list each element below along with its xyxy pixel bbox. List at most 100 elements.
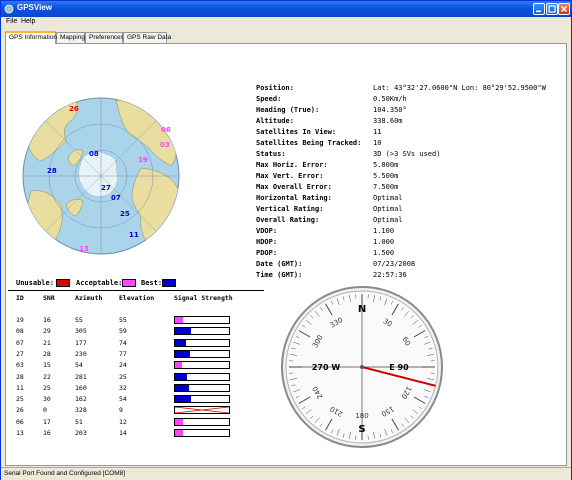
info-label: Max Horiz. Error: [256,161,328,169]
info-value: 22:57:36 [373,271,407,279]
info-row: Altitude: 338.60m [256,117,556,128]
signal-strength-bar [174,349,230,358]
legend-unusable-label: Unusable: [16,279,54,287]
satellite-snr-cell: 0 [43,406,47,415]
info-row: VDOP: 1.100 [256,227,556,238]
info-row: Satellites Being Tracked: 10 [256,139,556,150]
satellite-row[interactable]: 25 30 162 54 [16,395,246,406]
info-label: Heading (True): [256,106,320,114]
compass-north-label: N [358,304,366,315]
tab-mapping[interactable]: Mapping [56,32,85,43]
satellite-sky-plot: 26 06 03 08 19 28 2707 25 11 13 [22,97,180,255]
tab-gps-information[interactable]: GPS Information [5,31,57,44]
satellite-snr-cell: 16 [43,316,51,324]
info-row: Position: Lat: 43°32'27.0600"N Lon: 80°29… [256,84,556,95]
satellite-row[interactable]: 06 17 51 12 [16,417,246,429]
minimize-button[interactable] [533,3,545,15]
satellite-id-cell: 26 [16,406,24,415]
info-label: PDOP: [256,249,278,257]
info-value: 5.500m [373,172,399,180]
compass-west-label: 270 W [312,363,340,372]
signal-strength-fill [175,350,191,357]
signal-strength-bar [174,361,230,370]
satellite-azimuth-cell: 281 [75,372,87,381]
gps-app-icon [4,4,14,14]
close-button[interactable] [558,3,570,15]
status-text: Serial Port Found and Configured [COM8] [4,470,126,477]
sky-plot-satellite-label: 25 [120,210,130,218]
sky-plot-satellite-label: 06 [161,126,171,134]
satellite-elevation-cell: 77 [119,349,127,358]
satellite-elevation-cell: 14 [119,429,127,437]
info-value: 10 [373,139,382,147]
info-row: Date (GMT): 07/23/2008 [256,260,556,271]
satellite-row[interactable]: 27 28 230 77 [16,349,246,361]
info-row: PDOP: 1.500 [256,249,556,260]
satellite-row[interactable]: 11 25 160 32 [16,383,246,395]
satellite-azimuth-cell: 305 [75,327,87,336]
col-header-elevation: Elevation [119,294,155,302]
info-row: Satellites In View: 11 [256,128,556,139]
sky-plot-satellite-label: 13 [79,245,89,253]
sky-plot-satellite-label: 26 [69,105,79,113]
legend-best-swatch [162,279,176,287]
maximize-button[interactable] [546,3,558,15]
title-bar[interactable]: GPSView [1,1,571,17]
signal-strength-bar [174,338,230,347]
info-row: Horizontal Rating: Optimal [256,194,556,205]
maximize-icon [548,5,556,13]
satellite-elevation-cell: 25 [119,372,127,381]
menu-help[interactable]: Help [21,18,35,25]
satellite-row[interactable]: 19 16 55 55 [16,316,246,327]
info-label: Satellites In View: [256,128,337,136]
signal-strength-fill [175,373,187,380]
satellite-row[interactable]: 26 0 328 9 [16,406,246,417]
no-signal-cross [175,407,229,414]
satellite-elevation-cell: 12 [119,417,127,426]
info-label: Altitude: [256,117,294,125]
signal-strength-bar [174,429,230,437]
info-row: Max Vert. Error: 5.500m [256,172,556,183]
satellite-azimuth-cell: 328 [75,406,87,415]
signal-strength-fill [175,418,184,425]
info-row: Max Overall Error: 7.500m [256,183,556,194]
sky-plot-satellite-label: 19 [138,156,148,164]
info-label: Time (GMT): [256,271,303,279]
satellite-elevation-cell: 32 [119,383,127,392]
satellite-id-cell: 06 [16,417,24,426]
satellite-id-cell: 13 [16,429,24,437]
info-value: Optimal [373,216,403,224]
satellite-snr-cell: 28 [43,349,51,358]
info-value: 104.350° [373,106,407,114]
info-label: Satellites Being Tracked: [256,139,362,147]
compass-south-label: S [358,424,365,435]
info-value: 338.60m [373,117,403,125]
satellite-row[interactable]: 03 15 54 24 [16,361,246,372]
satellite-row[interactable]: 28 22 281 25 [16,372,246,384]
satellite-azimuth-cell: 55 [75,316,83,324]
tab-gps-raw-data[interactable]: GPS Raw Data [123,32,171,43]
info-row: Time (GMT): 22:57:36 [256,271,556,282]
info-label: Max Overall Error: [256,183,332,191]
menu-file[interactable]: File [6,18,17,25]
satellite-azimuth-cell: 54 [75,361,83,370]
satellite-elevation-cell: 59 [119,327,127,336]
legend-acceptable-swatch [122,279,136,287]
col-header-azimuth: Azimuth [75,294,103,302]
satellite-row[interactable]: 08 29 305 59 [16,327,246,338]
satellite-row[interactable]: 13 16 203 14 [16,429,246,440]
sky-plot-satellite-label: 27 [101,184,111,192]
satellite-row[interactable]: 07 21 177 74 [16,338,246,350]
gps-information-panel: 26 06 03 08 19 28 27 07 25 11 13 Position: Lat: 43°… [5,43,567,466]
menu-bar: File Help [1,17,571,28]
satellite-elevation-cell: 54 [119,395,127,404]
info-label: Date (GMT): [256,260,303,268]
info-row: Vertical Rating: Optimal [256,205,556,216]
satellite-azimuth-cell: 203 [75,429,87,437]
legend-best-label: Best: [141,279,163,287]
info-label: HDOP: [256,238,278,246]
signal-strength-fill [175,339,187,346]
info-value: 11 [373,128,382,136]
heading-compass: 3060120150180210240300330NSE 90270 W [281,286,443,448]
tab-preferences[interactable]: Preferences [85,32,124,43]
